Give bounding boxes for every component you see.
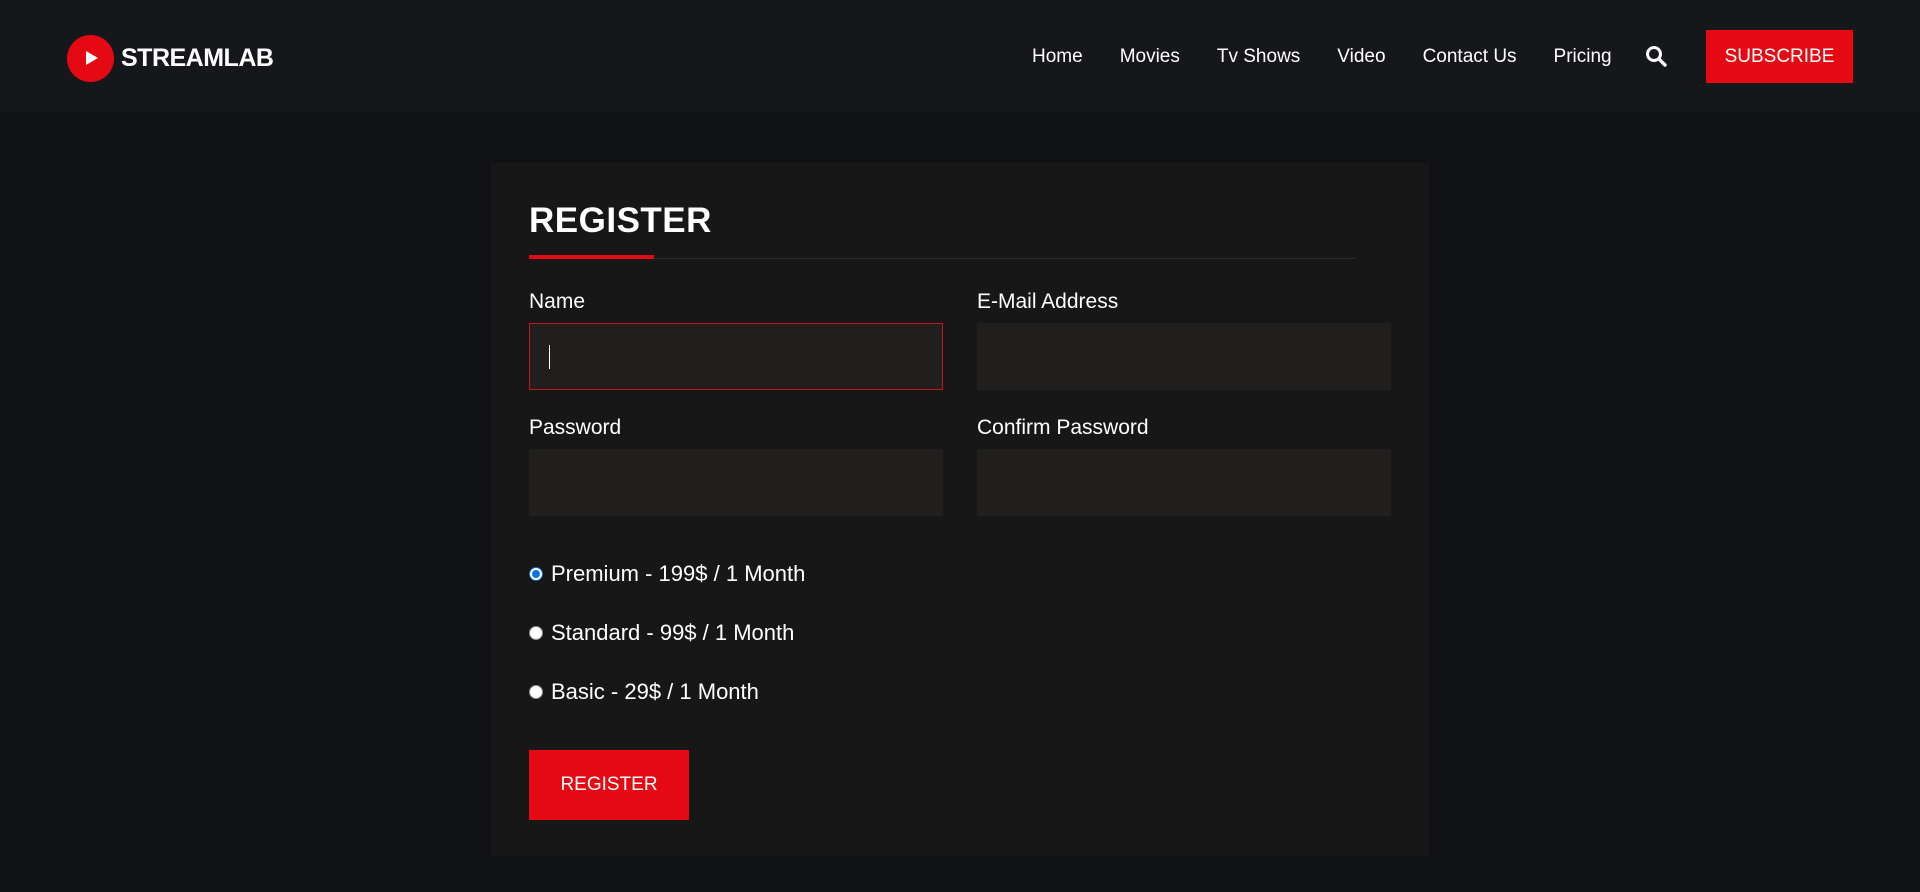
nav-item-pricing[interactable]: Pricing: [1554, 46, 1612, 68]
email-label: E-Mail Address: [977, 290, 1119, 313]
title-accent-bar: [529, 255, 654, 259]
page-title: REGISTER: [529, 201, 712, 240]
play-icon: [67, 34, 114, 82]
nav-item-video[interactable]: Video: [1337, 46, 1385, 68]
name-label: Name: [529, 290, 586, 313]
register-card: REGISTER Name E-Mail Address Password Co…: [491, 163, 1429, 856]
confirm-password-label: Confirm Password: [977, 416, 1149, 439]
name-field[interactable]: [529, 323, 943, 390]
plan-label-premium: Premium - 199$ / 1 Month: [551, 561, 806, 586]
plan-label-basic: Basic - 29$ / 1 Month: [551, 679, 759, 704]
register-button[interactable]: REGISTER: [529, 750, 689, 820]
text-cursor: [549, 345, 550, 369]
nav-item-contact-us[interactable]: Contact Us: [1423, 46, 1517, 68]
plan-radio-premium[interactable]: [529, 567, 543, 581]
brand-logo[interactable]: STREAMLAB: [67, 34, 274, 82]
nav-item-tv-shows[interactable]: Tv Shows: [1217, 46, 1300, 68]
plan-option-basic[interactable]: Basic - 29$ / 1 Month: [529, 678, 759, 706]
plan-label-standard: Standard - 99$ / 1 Month: [551, 620, 795, 645]
nav-item-home[interactable]: Home: [1032, 46, 1083, 68]
confirm-password-field[interactable]: [977, 449, 1391, 516]
plan-option-premium[interactable]: Premium - 199$ / 1 Month: [529, 560, 805, 588]
password-field[interactable]: [529, 449, 943, 516]
plan-radio-basic[interactable]: [529, 685, 543, 699]
plan-option-standard[interactable]: Standard - 99$ / 1 Month: [529, 619, 794, 647]
main-nav: Home Movies Tv Shows Video Contact Us Pr…: [1032, 42, 1612, 72]
name-field-wrap: [529, 323, 943, 390]
search-icon[interactable]: [1645, 45, 1667, 67]
nav-item-movies[interactable]: Movies: [1120, 46, 1180, 68]
email-field[interactable]: [977, 323, 1391, 390]
password-label: Password: [529, 416, 622, 439]
subscribe-button[interactable]: SUBSCRIBE: [1706, 30, 1853, 83]
site-header: STREAMLAB Home Movies Tv Shows Video Con…: [0, 0, 1920, 112]
brand-name: STREAMLAB: [121, 43, 274, 72]
plan-radio-standard[interactable]: [529, 626, 543, 640]
